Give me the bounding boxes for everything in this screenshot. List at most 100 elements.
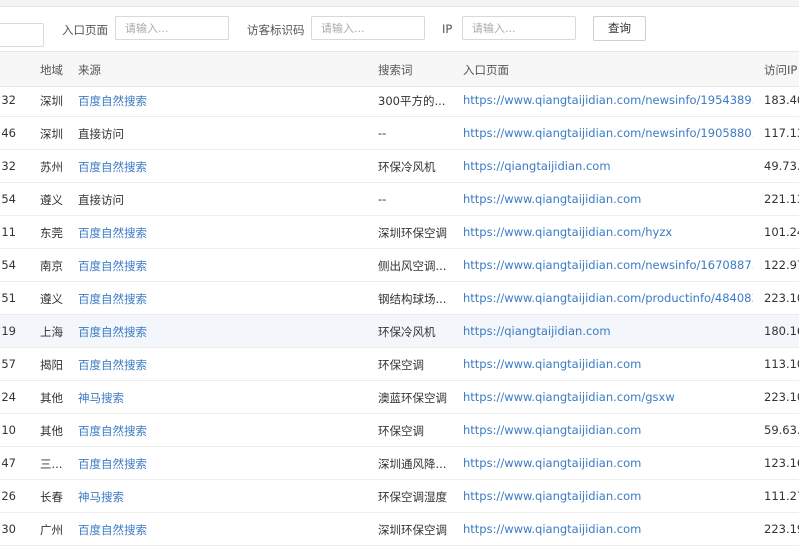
table-row[interactable]: 54 南京 百度自然搜索 侧出风空调... https://www.qiangtaiji… [0,249,799,282]
cell-region: 苏州 [40,160,63,174]
table-row[interactable]: 11 东莞 百度自然搜索 深圳环保空调 https://www.qiangtaijidi… [0,216,799,249]
entry-page-input[interactable] [115,16,229,40]
cell-region: 上海 [40,325,63,339]
cell-source[interactable]: 百度自然搜索 [78,258,147,274]
cell-keyword: 环保冷风机 [378,160,436,174]
ip-input[interactable] [462,16,576,40]
cell-region: 广州 [40,523,63,537]
cell-entry-page[interactable]: https://www.qiangtaijidian.com [463,522,753,536]
cell-id: 54 [1,258,16,272]
table-row[interactable]: 30 广州 百度自然搜索 深圳环保空调 https://www.qiangtaijidi… [0,513,799,546]
cell-ip: 49.73.1 [764,159,799,173]
cell-id: 46 [1,126,16,140]
cell-id: 54 [1,192,16,206]
cell-source[interactable]: 神马搜索 [78,390,124,406]
header-source: 来源 [78,63,101,77]
cell-keyword: 侧出风空调... [378,259,447,273]
cell-keyword: 深圳通风降... [378,457,447,471]
header-ip: 访问IP [764,63,798,77]
cell-ip: 180.164 [764,324,799,338]
header-keyword: 搜索词 [378,63,413,77]
cell-keyword: 深圳环保空调 [378,523,447,537]
cell-region: 遵义 [40,193,63,207]
cell-keyword: 钢结构球场... [378,292,447,306]
cell-id: 51 [1,291,16,305]
visitor-id-input[interactable] [311,16,425,40]
cell-entry-page[interactable]: https://qiangtaijidian.com [463,324,753,338]
cell-entry-page[interactable]: https://www.qiangtaijidian.com [463,423,753,437]
table-row[interactable]: 19 上海 百度自然搜索 环保冷风机 https://qiangtaijidian.co… [0,315,799,348]
cell-entry-page[interactable]: https://www.qiangtaijidian.com/gsxw [463,390,753,404]
table-row[interactable]: 54 遵义 直接访问 -- https://www.qiangtaijidian.com… [0,183,799,216]
cell-ip: 223.104 [764,390,799,404]
cell-source: 直接访问 [78,127,124,141]
cell-id: 32 [1,93,16,107]
cell-entry-page[interactable]: https://www.qiangtaijidian.com [463,489,753,503]
header-region: 地域 [40,63,63,77]
query-button[interactable]: 查询 [593,16,646,41]
table-header: 地域 来源 搜索词 入口页面 访问IP [0,51,799,87]
visitor-id-label: 访客标识码 [247,23,305,37]
cell-id: 19 [1,324,16,338]
cell-entry-page[interactable]: https://www.qiangtaijidian.com/productin… [463,291,753,305]
cell-entry-page[interactable]: https://www.qiangtaijidian.com/hyzx [463,225,753,239]
cell-region: 三... [40,457,63,471]
table-row[interactable]: 57 揭阳 百度自然搜索 环保空调 https://www.qiangtaijidian… [0,348,799,381]
cell-entry-page[interactable]: https://www.qiangtaijidian.com [463,456,753,470]
cell-ip: 183.40. [764,93,799,107]
cell-source[interactable]: 百度自然搜索 [78,93,147,109]
cell-keyword: 环保空调 [378,424,424,438]
table-row[interactable]: 10 其他 百度自然搜索 环保空调 https://www.qiangtaijidian… [0,414,799,447]
cell-ip: 122.97. [764,258,799,272]
cell-region: 深圳 [40,127,63,141]
table-row[interactable]: 47 三... 百度自然搜索 深圳通风降... https://www.qiangtai… [0,447,799,480]
filter-bar: 入口页面 访客标识码 IP 查询 [0,7,799,50]
cell-entry-page[interactable]: https://www.qiangtaijidian.com [463,357,753,371]
cell-entry-page[interactable]: https://www.qiangtaijidian.com/newsinfo/… [463,258,753,272]
cell-region: 东莞 [40,226,63,240]
table-row[interactable]: 32 苏州 百度自然搜索 环保冷风机 https://qiangtaijidian.co… [0,150,799,183]
cell-source[interactable]: 百度自然搜索 [78,291,147,307]
cell-ip: 59.63.2 [764,423,799,437]
cell-id: 32 [1,159,16,173]
cell-entry-page[interactable]: https://www.qiangtaijidian.com/newsinfo/… [463,126,753,140]
cell-keyword: 环保冷风机 [378,325,436,339]
cell-keyword: 环保空调湿度 [378,490,447,504]
cell-id: 57 [1,357,16,371]
cell-region: 南京 [40,259,63,273]
table-row[interactable]: 24 其他 神马搜索 澳蓝环保空调 https://www.qiangtaijidian… [0,381,799,414]
cell-ip: 223.192 [764,522,799,536]
cell-id: 30 [1,522,16,536]
cell-source[interactable]: 百度自然搜索 [78,456,147,472]
table-row[interactable]: 51 遵义 百度自然搜索 钢结构球场... https://www.qiangtaiji… [0,282,799,315]
cell-region: 揭阳 [40,358,63,372]
cell-source[interactable]: 百度自然搜索 [78,423,147,439]
cell-source[interactable]: 百度自然搜索 [78,225,147,241]
cell-source[interactable]: 百度自然搜索 [78,522,147,538]
cell-entry-page[interactable]: https://qiangtaijidian.com [463,159,753,173]
top-divider [0,0,799,7]
table-row[interactable]: 26 长春 神马搜索 环保空调湿度 https://www.qiangtaijidian… [0,480,799,513]
cell-region: 其他 [40,424,63,438]
cell-ip: 221.13. [764,192,799,206]
ip-label: IP [442,22,453,36]
cell-keyword: 300平方的... [378,94,446,108]
cell-ip: 123.163 [764,456,799,470]
cell-entry-page[interactable]: https://www.qiangtaijidian.com [463,192,753,206]
cell-id: 10 [1,423,16,437]
filter-input-partial[interactable] [0,23,44,47]
cell-ip: 113.100 [764,357,799,371]
cell-entry-page[interactable]: https://www.qiangtaijidian.com/newsinfo/… [463,93,753,107]
cell-source[interactable]: 百度自然搜索 [78,159,147,175]
table-row[interactable]: 46 深圳 直接访问 -- https://www.qiangtaijidian.com… [0,117,799,150]
cell-source[interactable]: 神马搜索 [78,489,124,505]
table-row[interactable]: 32 深圳 百度自然搜索 300平方的... https://www.qiangtaij… [0,84,799,117]
cell-keyword: 澳蓝环保空调 [378,391,447,405]
cell-keyword: -- [378,126,387,140]
cell-id: 26 [1,489,16,503]
cell-region: 长春 [40,490,63,504]
cell-id: 11 [1,225,16,239]
header-entry-page: 入口页面 [463,63,509,77]
cell-source[interactable]: 百度自然搜索 [78,324,147,340]
cell-source[interactable]: 百度自然搜索 [78,357,147,373]
